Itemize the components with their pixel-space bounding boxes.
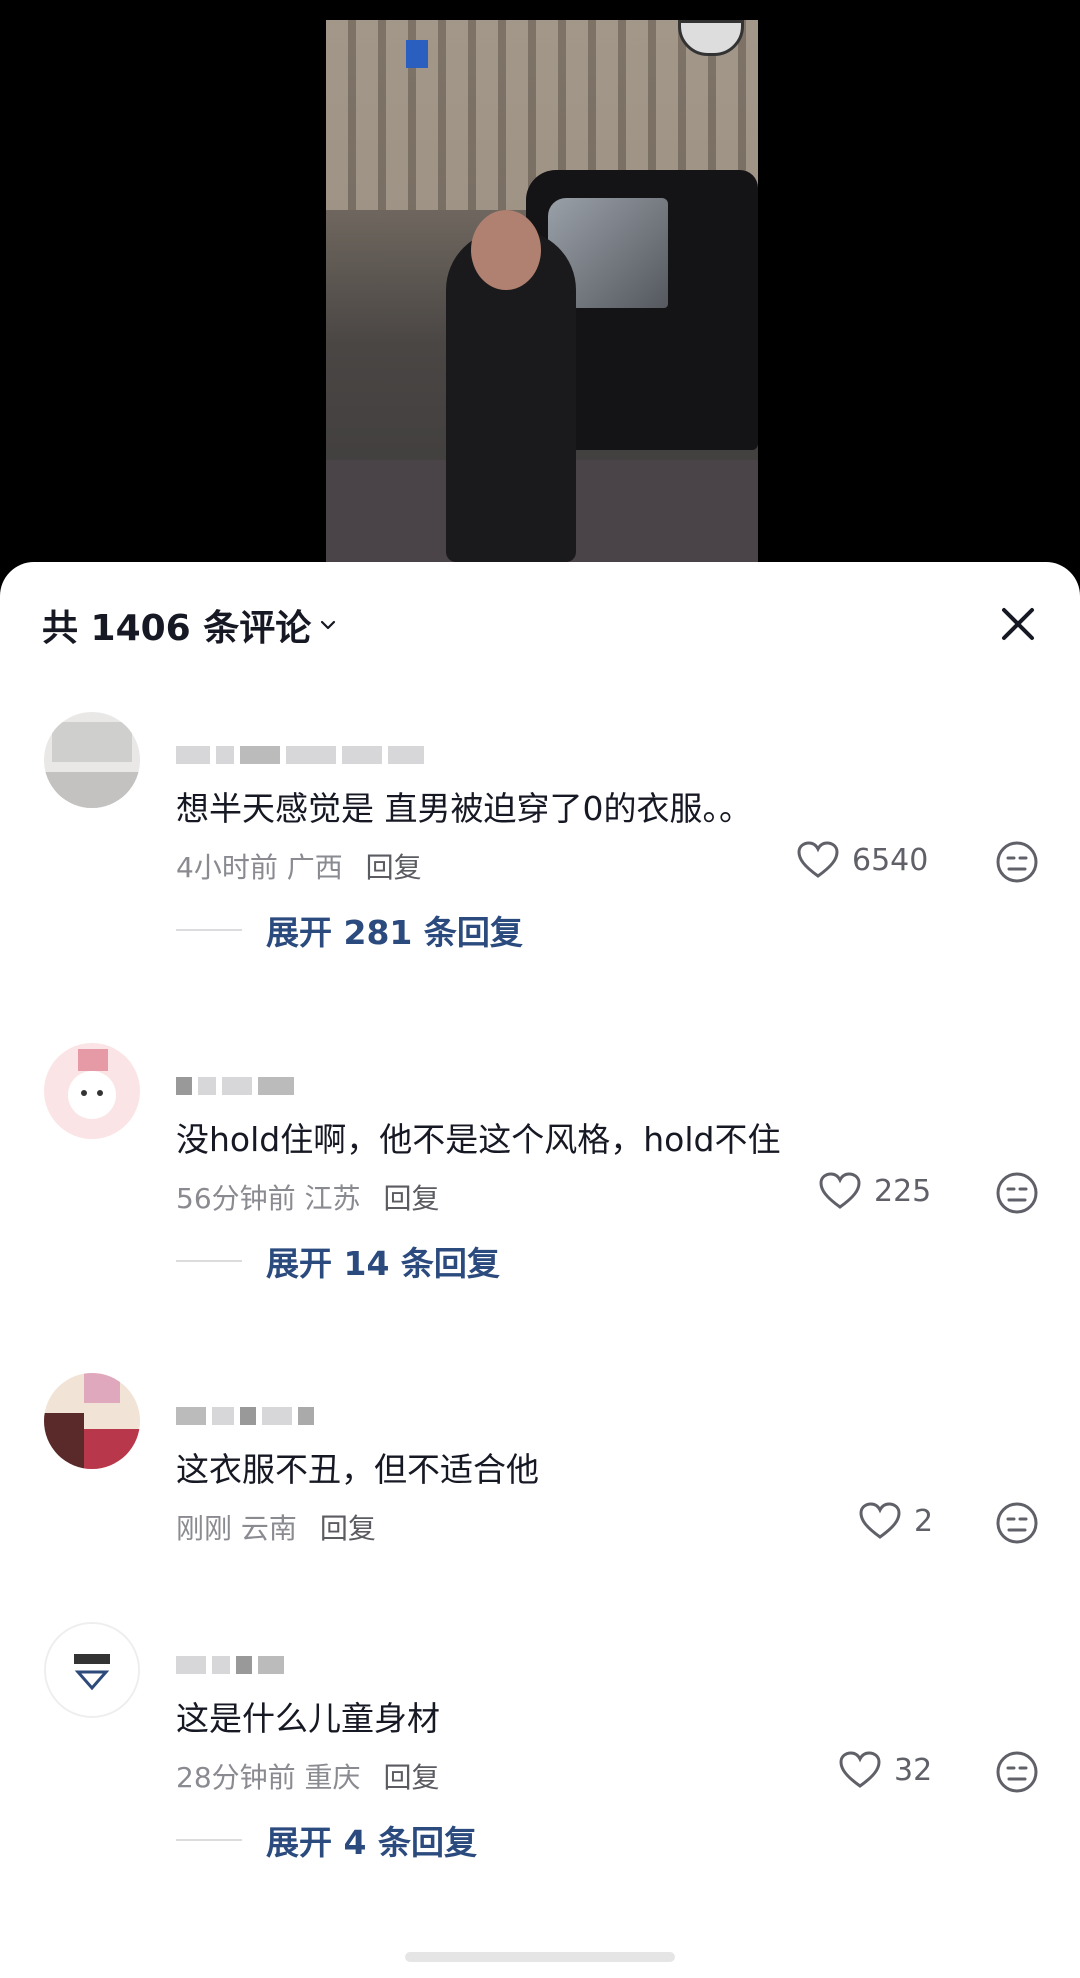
chevron-down-icon — [321, 620, 336, 630]
dislike-face-icon[interactable] — [995, 1171, 1039, 1215]
dislike-face-icon[interactable] — [995, 1501, 1039, 1545]
like-count: 225 — [874, 1173, 932, 1209]
heart-icon — [819, 1172, 861, 1209]
like-count: 32 — [894, 1752, 933, 1788]
comment-text: 没hold住啊，他不是这个风格，hold不住 — [176, 1120, 781, 1159]
reply-button[interactable]: 回复 — [383, 1182, 439, 1215]
like-button[interactable]: 6540 — [796, 840, 928, 880]
comment-time: 56分钟前 — [176, 1182, 296, 1215]
like-count: 2 — [914, 1503, 934, 1539]
divider-line — [176, 929, 242, 931]
reply-button[interactable]: 回复 — [320, 1512, 376, 1545]
reply-button[interactable]: 回复 — [383, 1761, 439, 1794]
avatar[interactable] — [44, 1622, 140, 1718]
expand-replies-label: 展开 4 条回复 — [266, 1823, 477, 1862]
comment-location: 重庆 — [304, 1761, 361, 1794]
comment-location: 云南 — [240, 1512, 297, 1545]
comments-header[interactable]: 共 1406 条评论 — [42, 600, 337, 650]
expand-replies-button[interactable]: 展开 281 条回复 — [176, 906, 523, 954]
home-indicator — [405, 1952, 675, 1962]
avatar[interactable] — [44, 1043, 140, 1139]
username-blurred[interactable] — [176, 1069, 294, 1103]
comment-text: 这是什么儿童身材 — [176, 1699, 440, 1738]
username-blurred[interactable] — [176, 738, 424, 772]
video-frame[interactable] — [326, 20, 758, 562]
like-button[interactable]: 2 — [858, 1501, 933, 1541]
video-player[interactable] — [0, 0, 1080, 600]
expand-replies-button[interactable]: 展开 4 条回复 — [176, 1816, 477, 1864]
comment-meta: 56分钟前 江苏 回复 — [176, 1177, 439, 1217]
avatar[interactable] — [44, 712, 140, 808]
dislike-face-icon[interactable] — [995, 1750, 1039, 1794]
parking-sign — [406, 40, 428, 68]
comment-time: 28分钟前 — [176, 1761, 296, 1794]
expand-replies-label: 展开 281 条回复 — [266, 913, 523, 952]
close-icon[interactable] — [994, 600, 1042, 648]
comment-meta: 28分钟前 重庆 回复 — [176, 1756, 439, 1796]
like-button[interactable]: 225 — [818, 1171, 931, 1211]
heart-icon — [797, 841, 839, 878]
reply-button[interactable]: 回复 — [366, 851, 422, 884]
divider-line — [176, 1260, 242, 1262]
heart-icon — [839, 1751, 881, 1788]
comment-time: 4小时前 — [176, 851, 278, 884]
comments-sheet: 共 1406 条评论 想半天感觉是 直男被迫穿了0的衣服。。 4小时前 广西 回… — [0, 562, 1080, 1978]
expand-replies-button[interactable]: 展开 14 条回复 — [176, 1237, 500, 1285]
person-head — [471, 210, 541, 290]
comment-location: 广西 — [286, 851, 343, 884]
heart-icon — [859, 1502, 901, 1539]
comment-meta: 4小时前 广西 回复 — [176, 846, 422, 886]
comment-text: 想半天感觉是 直男被迫穿了0的衣服。。 — [176, 789, 752, 828]
like-count: 6540 — [852, 842, 929, 878]
expand-replies-label: 展开 14 条回复 — [266, 1244, 500, 1283]
comment-location: 江苏 — [304, 1182, 361, 1215]
username-blurred[interactable] — [176, 1399, 314, 1433]
comment-time: 刚刚 — [176, 1512, 233, 1545]
comment-text: 这衣服不丑，但不适合他 — [176, 1450, 539, 1489]
dislike-face-icon[interactable] — [995, 840, 1039, 884]
username-blurred[interactable] — [176, 1648, 284, 1682]
comment-count-title: 共 1406 条评论 — [42, 608, 312, 649]
avatar[interactable] — [44, 1373, 140, 1469]
divider-line — [176, 1839, 242, 1841]
like-button[interactable]: 32 — [838, 1750, 932, 1790]
comment-meta: 刚刚 云南 回复 — [176, 1507, 376, 1547]
